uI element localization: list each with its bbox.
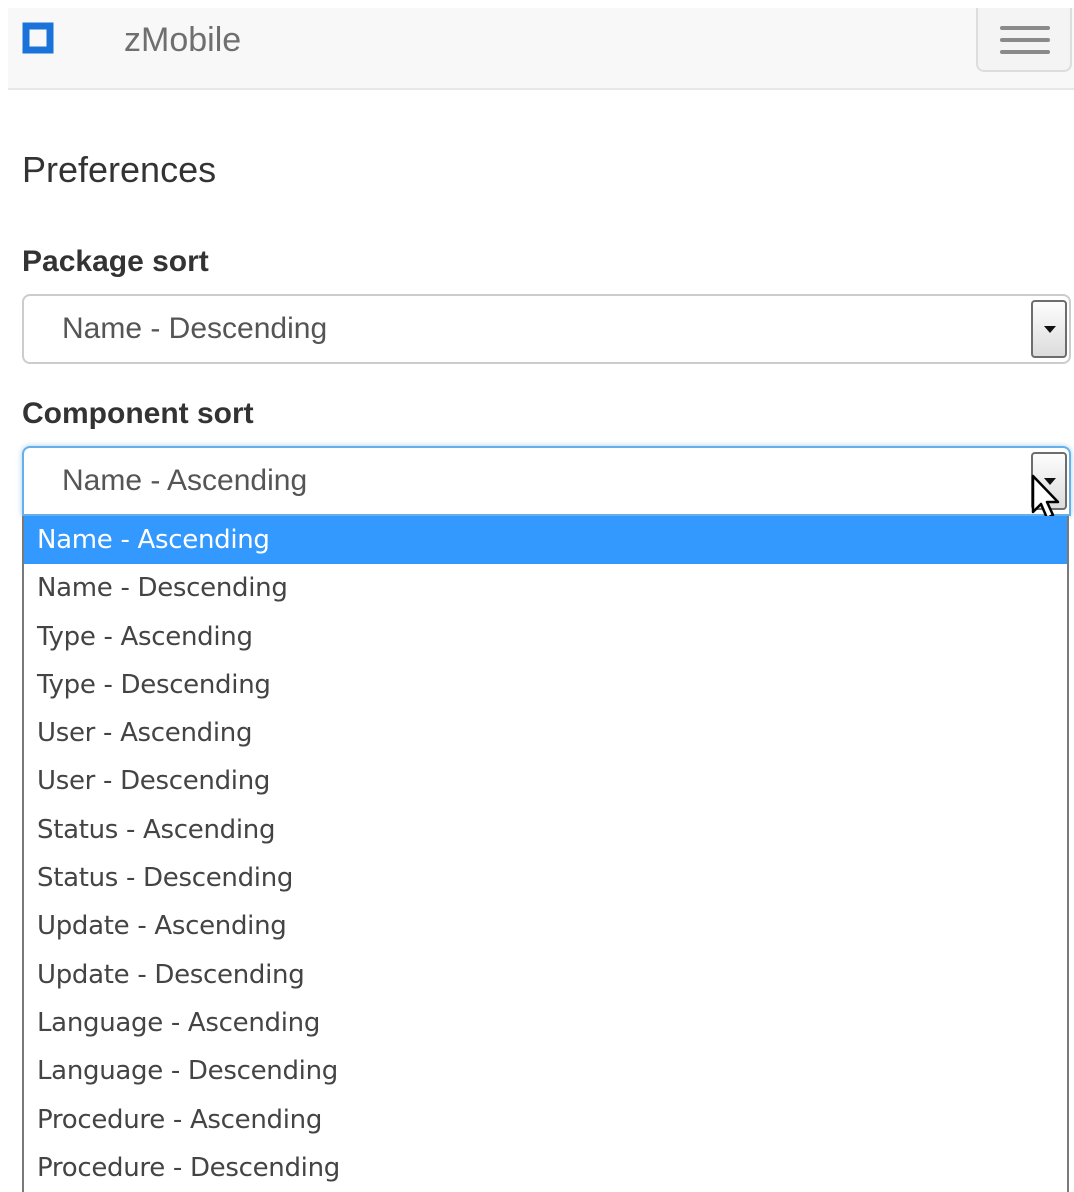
component-sort-value: Name - Ascending (62, 464, 308, 497)
dropdown-option[interactable]: Update - Ascending (24, 902, 1067, 950)
package-sort-label: Package sort (22, 245, 209, 278)
square-outline-icon[interactable] (22, 22, 54, 54)
component-sort-dropdown: Name - Ascending Name - Descending Type … (22, 516, 1069, 1192)
package-sort-value: Name - Descending (62, 312, 328, 345)
brand-name[interactable]: zMobile (124, 20, 241, 60)
app-page: zMobile Preferences Package sort Name - … (0, 0, 1074, 1192)
page-title: Preferences (22, 149, 217, 190)
dropdown-option[interactable]: Name - Ascending (24, 516, 1067, 565)
dropdown-option[interactable]: Status - Descending (24, 854, 1067, 902)
chevron-down-icon[interactable] (1031, 300, 1067, 358)
dropdown-option[interactable]: User - Ascending (24, 709, 1067, 757)
dropdown-option[interactable]: Type - Ascending (24, 613, 1067, 661)
dropdown-option[interactable]: Status - Ascending (24, 806, 1067, 854)
dropdown-option[interactable]: Name - Descending (24, 564, 1067, 612)
component-sort-select[interactable]: Name - Ascending (22, 446, 1071, 520)
dropdown-option[interactable]: Language - Descending (24, 1047, 1067, 1095)
menu-toggle-button[interactable] (976, 8, 1072, 72)
dropdown-option[interactable]: User - Descending (24, 757, 1067, 805)
dropdown-option[interactable]: Type - Descending (24, 661, 1067, 709)
mouse-cursor-icon (1031, 474, 1060, 520)
dropdown-option[interactable]: Procedure - Descending (24, 1144, 1067, 1192)
dropdown-option[interactable]: Procedure - Ascending (24, 1096, 1067, 1144)
dropdown-option[interactable]: Update - Descending (24, 951, 1067, 999)
dropdown-option[interactable]: Language - Ascending (24, 999, 1067, 1047)
navbar: zMobile (8, 8, 1074, 90)
package-sort-select[interactable]: Name - Descending (22, 294, 1071, 364)
component-sort-label: Component sort (22, 397, 254, 430)
